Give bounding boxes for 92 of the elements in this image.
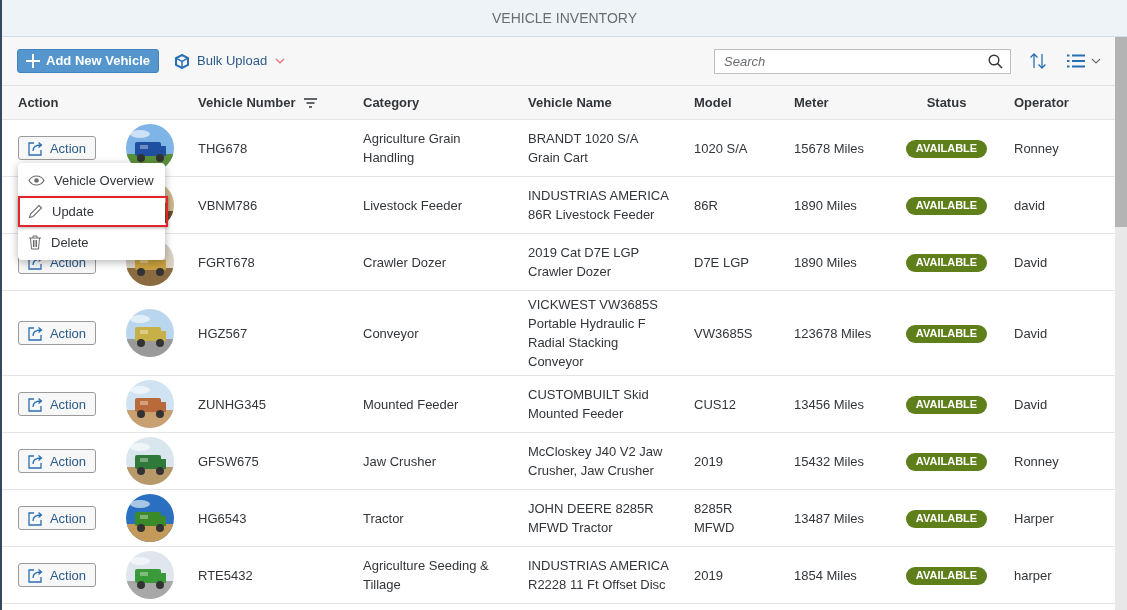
share-icon [27, 567, 44, 583]
model: CUS12 [694, 395, 737, 414]
operator-name: david [1014, 196, 1047, 215]
list-view-button[interactable] [1067, 54, 1101, 68]
operator-name: David [1014, 253, 1049, 272]
category: Livestock Feeder [363, 196, 463, 215]
vehicle-number: RTE5432 [198, 566, 254, 585]
model: D7E LGP [694, 253, 750, 272]
scrollbar[interactable] [1115, 37, 1127, 610]
category: Agriculture Seeding & Tillage [363, 557, 490, 594]
meter-reading: 13456 Miles [794, 395, 866, 414]
column-header[interactable]: Vehicle Name [528, 92, 612, 113]
pencil-icon [28, 204, 43, 219]
model: 86R [694, 196, 719, 215]
bulk-upload-button[interactable]: Bulk Upload [175, 49, 286, 73]
action-button[interactable]: Action [18, 563, 96, 587]
chevron-down-icon [275, 58, 286, 64]
vehicle-number: HGZ567 [198, 324, 249, 343]
vehicle-number: HG6543 [198, 509, 248, 528]
operator-name: Harper [1014, 509, 1055, 528]
search-field[interactable]: Search [714, 48, 1011, 74]
operator-name: harper [1014, 566, 1053, 585]
column-header[interactable]: Model [694, 92, 732, 113]
vehicle-name: BRANDT 1020 S/A Grain Cart [528, 130, 640, 167]
meter-reading: 15678 Miles [794, 139, 866, 158]
model: 2019 [694, 452, 724, 471]
share-icon [27, 453, 44, 469]
share-icon [27, 140, 44, 156]
category: Jaw Crusher [363, 452, 437, 471]
column-header[interactable]: Status [926, 92, 967, 113]
eye-icon [28, 175, 45, 186]
operator-name: David [1014, 395, 1049, 414]
model: VW3685S [694, 324, 754, 343]
model: 2019 [694, 566, 724, 585]
action-button[interactable]: Action [18, 321, 96, 345]
operator-name: Ronney [1014, 452, 1060, 471]
category: Crawler Dozer [363, 253, 448, 272]
plus-icon [26, 54, 40, 68]
meter-reading: 1890 Miles [794, 253, 858, 272]
vehicle-name: McCloskey J40 V2 Jaw Crusher, Jaw Crusher [528, 443, 664, 480]
action-button[interactable]: Action [18, 449, 96, 473]
category: Mounted Feeder [363, 395, 460, 414]
vehicle-name: JOHN DEERE 8285R MFWD Tractor [528, 500, 655, 537]
meter-reading: 1890 Miles [794, 196, 858, 215]
window-title: VEHICLE INVENTORY [492, 8, 637, 28]
status-badge: AVAILABLE [906, 253, 987, 272]
trash-icon [28, 235, 42, 250]
list-icon [1067, 54, 1085, 68]
meter-reading: 13487 Miles [794, 509, 866, 528]
vehicle-name: INDUSTRIAS AMERICA 86R Livestock Feeder [528, 187, 670, 224]
meter-reading: 1854 Miles [794, 566, 858, 585]
column-header[interactable]: Vehicle Number [198, 92, 296, 113]
share-icon [27, 510, 44, 526]
vehicle-number: THG678 [198, 139, 249, 158]
status-badge: AVAILABLE [906, 509, 987, 528]
status-badge: AVAILABLE [906, 395, 987, 414]
action-button[interactable]: Action [18, 392, 96, 416]
meter-reading: 15432 Miles [794, 452, 866, 471]
status-badge: AVAILABLE [906, 324, 987, 343]
vehicle-number: GFSW675 [198, 452, 260, 471]
category: Tractor [363, 509, 405, 528]
meter-reading: 123678 Miles [794, 324, 873, 343]
operator-name: David [1014, 324, 1049, 343]
vehicle-name: 2019 Cat D7E LGP Crawler Dozer [528, 244, 641, 281]
sort-icon[interactable] [1029, 52, 1047, 70]
status-badge: AVAILABLE [906, 139, 987, 158]
search-icon [988, 53, 1003, 69]
vehicle-number: VBNM786 [198, 196, 259, 215]
status-badge: AVAILABLE [906, 196, 987, 215]
status-badge: AVAILABLE [906, 566, 987, 585]
category: Conveyor [363, 324, 420, 343]
vehicle-number: ZUNHG345 [198, 395, 267, 414]
vehicle-name: VICKWEST VW3685S Portable Hydraulic F Radial Stacking Conveyor [528, 296, 659, 371]
column-header[interactable]: Action [18, 92, 59, 113]
operator-name: Ronney [1014, 139, 1060, 158]
menu-item[interactable]: Vehicle Overview [18, 165, 165, 196]
vehicle-name: CUSTOMBUILT Skid Mounted Feeder [528, 386, 650, 423]
category: Agriculture Grain Handling [363, 130, 462, 167]
column-header[interactable]: Meter [794, 92, 829, 113]
chevron-down-icon [1091, 58, 1101, 64]
cube-icon [175, 53, 190, 69]
vehicle-number: FGRT678 [198, 253, 256, 272]
action-button[interactable]: Action [18, 506, 96, 530]
action-button[interactable]: Action [18, 136, 96, 160]
column-header[interactable]: Operator [1014, 92, 1069, 113]
share-icon [27, 396, 44, 412]
status-badge: AVAILABLE [906, 452, 987, 471]
column-header[interactable]: Category [363, 92, 420, 113]
share-icon [27, 325, 44, 341]
model: 8285R MFWD [694, 500, 736, 537]
model: 1020 S/A [694, 139, 749, 158]
vehicle-name: INDUSTRIAS AMERICA R2228 11 Ft Offset Disc [528, 557, 670, 594]
